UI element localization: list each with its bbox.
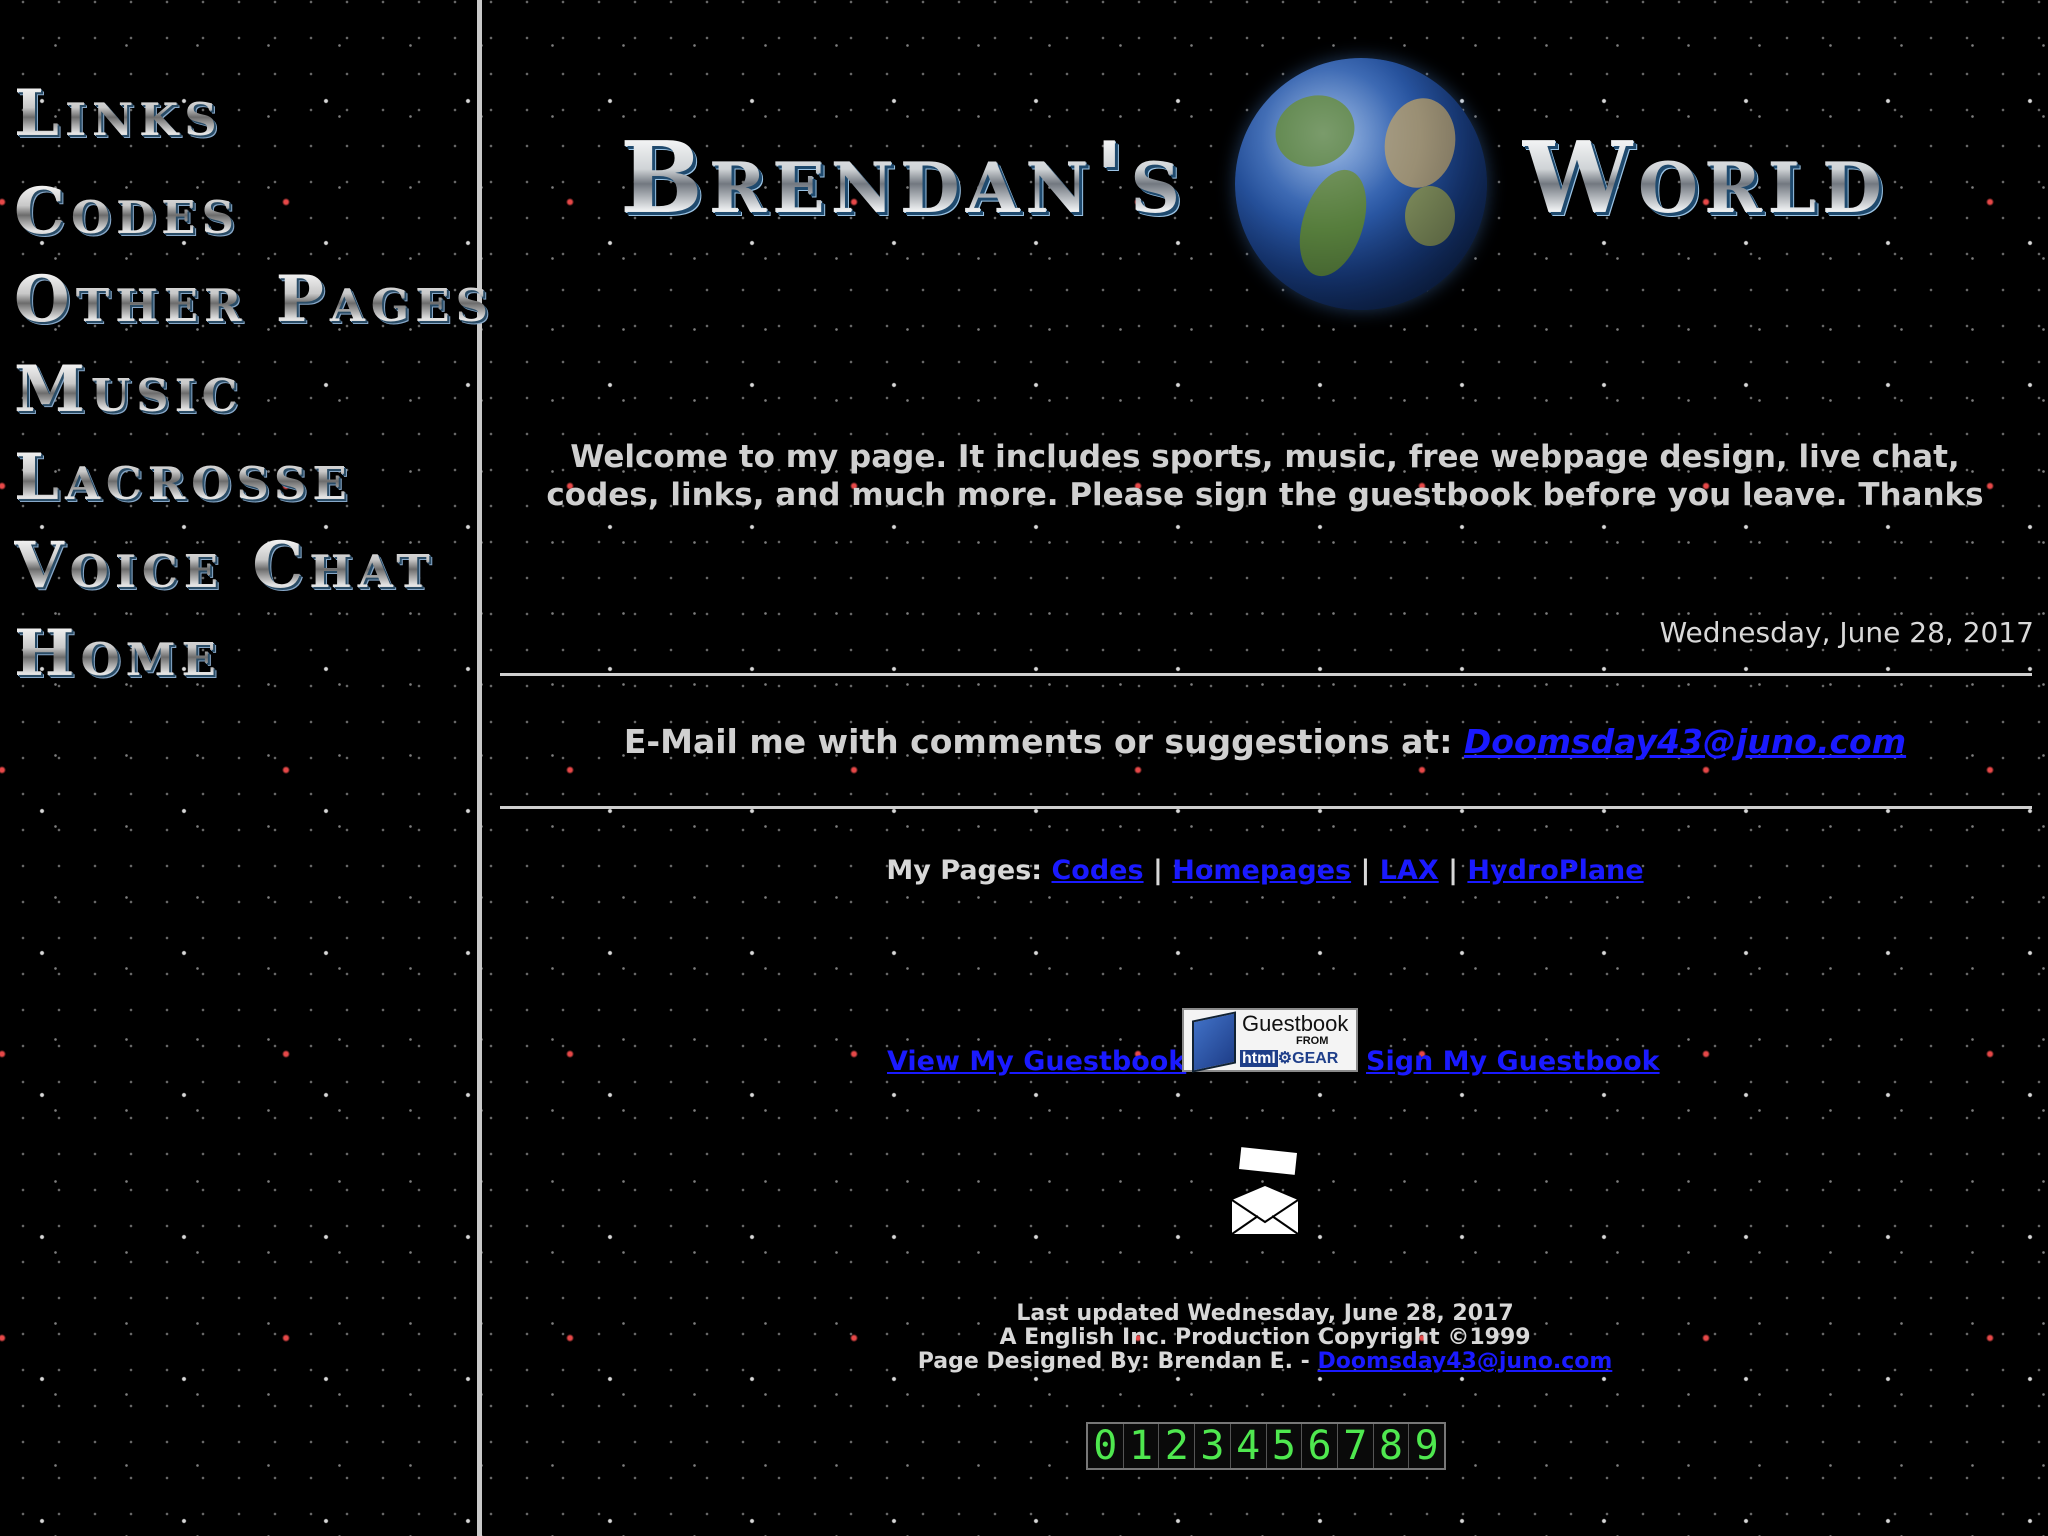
view-guestbook-link[interactable]: View My Guestbook	[887, 1046, 1186, 1077]
divider-bottom	[500, 806, 2032, 809]
envelope-letter	[1239, 1147, 1297, 1175]
my-pages-link-homepages[interactable]: Homepages	[1172, 855, 1351, 886]
brand-gear: GEAR	[1292, 1050, 1339, 1067]
counter-digit: 5	[1267, 1424, 1303, 1468]
guestbook-book-icon	[1192, 1011, 1236, 1073]
divider-top	[500, 673, 2032, 676]
email-prompt-text: E-Mail me with comments or suggestions a…	[623, 722, 1453, 761]
counter-digit: 6	[1302, 1424, 1338, 1468]
guestbook-logo-from: FROM	[1296, 1035, 1329, 1047]
nav-link-lacrosse[interactable]: Lacrosse	[14, 446, 353, 510]
copyright: A English Inc. Production Copyright ©199…	[999, 1325, 1531, 1350]
designer-text: Page Designed By: Brendan E. -	[917, 1349, 1310, 1374]
envelope-icon[interactable]	[1230, 1147, 1300, 1235]
welcome-text: Welcome to my page. It includes sports, …	[546, 439, 1984, 513]
main-content: Brendan's World Welcome to my page. It i…	[482, 0, 2048, 1536]
sidebar-nav: Links Codes Other Pages Music Lacrosse V…	[0, 0, 488, 1536]
my-pages-link-hydroplane[interactable]: HydroPlane	[1467, 855, 1643, 886]
my-pages-link-lax[interactable]: LAX	[1380, 855, 1439, 886]
nav-link-music[interactable]: Music	[14, 358, 243, 422]
envelope-body	[1231, 1186, 1299, 1235]
counter-digit: 0	[1088, 1424, 1124, 1468]
title-world: World	[1522, 121, 1888, 236]
email-link[interactable]: Doomsday43@juno.com	[1464, 722, 1906, 761]
counter-digit: 8	[1374, 1424, 1410, 1468]
guestbook-logo-title: Guestbook	[1242, 1011, 1349, 1036]
brand-html: html	[1240, 1050, 1278, 1067]
nav-link-other-pages[interactable]: Other Pages	[14, 268, 494, 332]
footer: Last updated Wednesday, June 28, 2017 A …	[482, 1302, 2048, 1374]
separator: |	[1152, 855, 1163, 886]
last-updated: Last updated Wednesday, June 28, 2017	[1016, 1301, 1514, 1326]
globe-icon	[1235, 58, 1487, 310]
my-pages-label: My Pages:	[886, 855, 1043, 886]
title-brendans: Brendan's	[620, 121, 1187, 236]
current-date: Wednesday, June 28, 2017	[1659, 616, 2034, 649]
counter-digit: 1	[1124, 1424, 1160, 1468]
gear-icon: ⚙	[1277, 1050, 1293, 1067]
email-prompt: E-Mail me with comments or suggestions a…	[482, 722, 2048, 761]
nav-link-links[interactable]: Links	[14, 82, 223, 146]
nav-link-voice-chat[interactable]: Voice Chat	[14, 534, 436, 598]
counter-digit: 2	[1159, 1424, 1196, 1468]
guestbook-logo[interactable]: Guestbook FROM html ⚙GEAR	[1182, 1008, 1358, 1073]
counter-digit: 9	[1414, 1423, 1439, 1469]
nav-link-home[interactable]: Home	[14, 622, 222, 686]
sign-guestbook-link[interactable]: Sign My Guestbook	[1366, 1046, 1660, 1077]
counter-digit: 4	[1231, 1424, 1267, 1468]
designer-line: Page Designed By: Brendan E. - Doomsday4…	[482, 1350, 2048, 1374]
my-pages-nav: My Pages: Codes | Homepages | LAX | Hydr…	[482, 855, 2048, 886]
separator: |	[1360, 855, 1371, 886]
my-pages-link-codes[interactable]: Codes	[1051, 855, 1143, 886]
hit-counter: 0 1 2 3 4 5 6 7 8 9	[1086, 1422, 1446, 1470]
counter-digit: 7	[1338, 1424, 1374, 1468]
counter-digit: 3	[1195, 1424, 1231, 1468]
guestbook-logo-brand: html ⚙GEAR	[1240, 1048, 1338, 1068]
separator: |	[1448, 855, 1458, 886]
nav-link-codes[interactable]: Codes	[14, 180, 240, 244]
footer-email-link[interactable]: Doomsday43@juno.com	[1317, 1349, 1612, 1374]
